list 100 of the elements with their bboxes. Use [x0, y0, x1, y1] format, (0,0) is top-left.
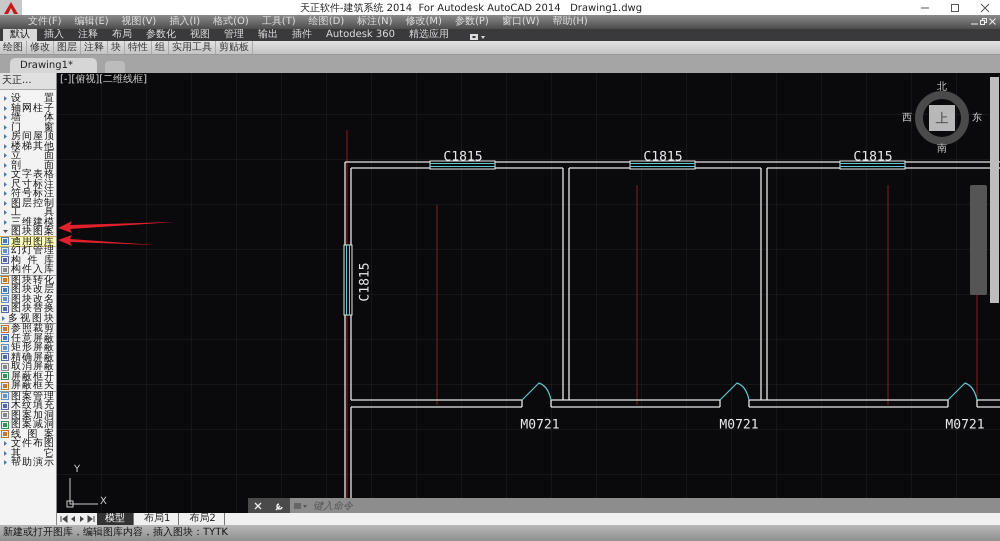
- palette-tool[interactable]: 图案减洞: [11, 420, 56, 430]
- collapsed-arrow-icon[interactable]: [3, 200, 8, 206]
- ribbon-tab[interactable]: 参数化: [139, 29, 183, 41]
- collapsed-arrow-icon[interactable]: [3, 450, 8, 456]
- restore-icon[interactable]: [980, 18, 987, 25]
- command-input[interactable]: 键入命令: [313, 500, 513, 512]
- collapsed-arrow-icon[interactable]: [3, 134, 8, 140]
- palette-item[interactable]: 符号标注: [11, 189, 56, 198]
- ribbon-tab[interactable]: 精选应用: [402, 29, 456, 41]
- collapsed-arrow-icon[interactable]: [3, 96, 8, 102]
- collapsed-arrow-icon[interactable]: [3, 162, 8, 168]
- view-cube[interactable]: [929, 105, 955, 131]
- expanded-arrow-icon[interactable]: [3, 229, 8, 234]
- collapsed-arrow-icon[interactable]: [3, 115, 8, 120]
- menu-item[interactable]: 标注(N): [357, 16, 393, 28]
- compass-west-label[interactable]: 西: [902, 112, 912, 124]
- palette-item[interactable]: 剖 面: [11, 160, 56, 170]
- palette-item[interactable]: 门 窗: [11, 122, 56, 132]
- palette-item[interactable]: 三维建模: [11, 218, 56, 227]
- ribbon-tab[interactable]: 管理: [217, 29, 251, 41]
- palette-tool[interactable]: 精确屏蔽: [11, 352, 56, 362]
- ribbon-tab[interactable]: 默认: [3, 29, 37, 41]
- ribbon-panel[interactable]: 修改: [27, 41, 54, 54]
- menu-item[interactable]: 修改(M): [406, 16, 442, 28]
- menu-item[interactable]: 绘图(D): [308, 16, 344, 28]
- palette-tool[interactable]: 图块替换: [11, 304, 56, 314]
- palette-tool[interactable]: 图块转化: [11, 276, 56, 285]
- menu-item[interactable]: 插入(I): [169, 16, 200, 28]
- scrollbar[interactable]: [990, 77, 999, 303]
- command-prompt-icon[interactable]: [294, 502, 308, 510]
- palette-tool[interactable]: 图案管理: [11, 392, 56, 401]
- menu-item[interactable]: 帮助(H): [552, 16, 588, 28]
- palette-item[interactable]: 帮助演示: [11, 458, 56, 468]
- collapsed-arrow-icon[interactable]: [3, 460, 8, 466]
- menu-item[interactable]: 视图(V): [122, 16, 156, 28]
- collapsed-arrow-icon[interactable]: [3, 144, 8, 149]
- last-tab-icon[interactable]: [87, 515, 95, 523]
- menu-item[interactable]: 窗口(W): [502, 16, 540, 28]
- collapsed-arrow-icon[interactable]: [3, 210, 8, 216]
- ribbon-tab[interactable]: Autodesk 360: [319, 29, 402, 41]
- ribbon-tab[interactable]: 输出: [251, 29, 285, 41]
- palette-item[interactable]: 设 置: [11, 94, 56, 104]
- collapsed-arrow-icon[interactable]: [3, 182, 8, 187]
- compass-ring[interactable]: [915, 91, 969, 145]
- collapsed-arrow-icon[interactable]: [3, 124, 8, 130]
- previous-tab-icon[interactable]: [69, 515, 77, 523]
- menu-item[interactable]: 参数(P): [454, 16, 489, 28]
- collapsed-arrow-icon[interactable]: [3, 220, 8, 225]
- collapsed-arrow-icon[interactable]: [3, 191, 8, 196]
- palette-item[interactable]: 房间屋顶: [11, 132, 56, 142]
- ribbon-panel[interactable]: 实用工具: [169, 41, 216, 54]
- layout-tab[interactable]: 模型: [97, 513, 134, 525]
- palette-tool[interactable]: 构件入库: [11, 265, 56, 274]
- menu-item[interactable]: 编辑(E): [74, 16, 109, 28]
- palette-item[interactable]: 多视图块: [8, 314, 56, 323]
- palette-item[interactable]: 楼梯其他: [11, 142, 56, 151]
- palette-tool[interactable]: 图块改名: [11, 294, 56, 304]
- palette-tool[interactable]: 参照裁剪: [11, 324, 56, 334]
- ribbon-tab[interactable]: 布局: [105, 29, 139, 41]
- palette-tool[interactable]: 屏蔽框开: [11, 372, 56, 381]
- compass-south-label[interactable]: 南: [937, 144, 947, 155]
- window-switch-icon[interactable]: [470, 32, 486, 40]
- palette-item[interactable]: 尺寸标注: [11, 180, 56, 189]
- menu-item[interactable]: 工具(T): [262, 16, 296, 28]
- ribbon-tab[interactable]: 插入: [37, 29, 71, 41]
- compass-north-label[interactable]: 北: [937, 82, 947, 93]
- collapsed-arrow-icon[interactable]: [3, 172, 8, 178]
- app-menu-button[interactable]: [0, 0, 22, 15]
- palette-tool[interactable]: 矩形屏蔽: [11, 343, 56, 352]
- close-icon[interactable]: [980, 2, 990, 12]
- ribbon-tab[interactable]: 插件: [285, 29, 319, 41]
- wrench-icon[interactable]: [274, 502, 284, 510]
- ribbon-panel[interactable]: 图层: [54, 41, 81, 54]
- document-tab[interactable]: Drawing1*: [10, 58, 97, 73]
- menu-item[interactable]: 格式(O): [213, 16, 249, 28]
- palette-item[interactable]: 轴网柱子: [11, 104, 56, 113]
- next-tab-icon[interactable]: [78, 515, 86, 523]
- palette-item[interactable]: 文件布图: [11, 439, 56, 448]
- ribbon-panel[interactable]: 组: [152, 41, 169, 54]
- palette-tool[interactable]: 木纹填充: [11, 401, 56, 410]
- ribbon-tab[interactable]: 视图: [183, 29, 217, 41]
- ribbon-tab[interactable]: 注释: [71, 29, 105, 41]
- collapsed-arrow-icon[interactable]: [3, 106, 8, 111]
- ribbon-panel[interactable]: 注释: [81, 41, 108, 54]
- palette-tool[interactable]: 图案加洞: [11, 410, 56, 420]
- collapsed-arrow-icon[interactable]: [3, 153, 8, 158]
- palette-item[interactable]: 其 它: [11, 448, 56, 458]
- ribbon-panel[interactable]: 块: [108, 41, 125, 54]
- palette-tool[interactable]: 线 图 案: [11, 430, 56, 439]
- ribbon-panel[interactable]: 特性: [125, 41, 152, 54]
- viewport-controls[interactable]: [-][俯视][二维线框]: [60, 75, 148, 85]
- ribbon-panel[interactable]: 剪贴板: [216, 41, 253, 54]
- ribbon-panel[interactable]: 绘图: [0, 41, 27, 54]
- first-tab-icon[interactable]: [60, 515, 68, 523]
- palette-item[interactable]: 墙 体: [11, 113, 56, 122]
- palette-tool[interactable]: 幻灯管理: [11, 246, 56, 256]
- palette-item[interactable]: 立 面: [11, 151, 56, 160]
- palette-item[interactable]: 图层控制: [11, 198, 56, 208]
- palette-tool[interactable]: 屏蔽框关: [11, 381, 56, 390]
- palette-item[interactable]: 文字表格: [11, 170, 56, 180]
